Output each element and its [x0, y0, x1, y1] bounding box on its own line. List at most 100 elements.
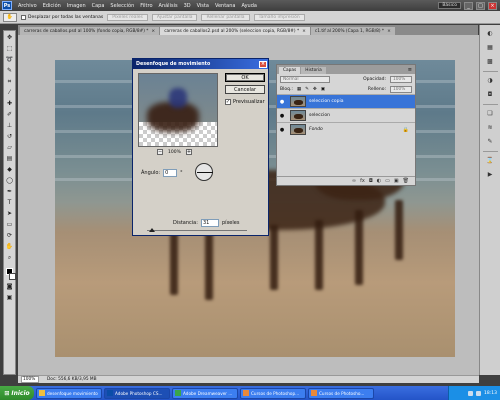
color-panel-icon[interactable]: ◐ — [484, 29, 497, 39]
healing-brush-tool-icon[interactable]: ✚ — [5, 99, 14, 108]
paths-panel-icon[interactable]: ✎ — [484, 137, 497, 147]
new-layer-icon[interactable]: ▣ — [394, 178, 399, 184]
menu-imagen[interactable]: Imagen — [64, 3, 89, 9]
actions-panel-icon[interactable]: ▶ — [484, 170, 497, 180]
close-button[interactable]: × — [488, 1, 497, 10]
volume-icon[interactable] — [476, 390, 482, 396]
lock-position-icon[interactable]: ✥ — [313, 87, 317, 92]
taskbar-item-browser-2[interactable]: Cursos de Photosho... — [308, 387, 374, 399]
eye-icon[interactable]: ● — [277, 99, 287, 105]
checkbox-box[interactable] — [21, 14, 26, 20]
actual-pixels-button[interactable]: Píxeles reales — [107, 13, 148, 21]
eyedropper-tool-icon[interactable]: ⁄ — [5, 88, 14, 97]
maximize-button[interactable]: □ — [476, 1, 485, 10]
tab-document-3[interactable]: c1.tif al 200% (Capa 1, RGB/8) * × — [310, 27, 395, 35]
adjustment-icon[interactable]: ◐ — [377, 178, 381, 184]
menu-archivo[interactable]: Archivo — [15, 3, 40, 9]
lock-pixels-icon[interactable]: ▦ — [297, 87, 301, 92]
distance-input[interactable]: 31 — [200, 219, 219, 227]
filter-preview[interactable] — [138, 73, 218, 147]
menu-ventana[interactable]: Ventana — [212, 3, 239, 9]
eye-icon[interactable]: ● — [277, 127, 287, 133]
cancel-button[interactable]: Cancelar — [225, 85, 265, 94]
fill-screen-button[interactable]: Rellenar pantalla — [201, 13, 250, 21]
marquee-tool-icon[interactable]: ⬚ — [5, 44, 14, 53]
document-size-info[interactable]: Doc: 556,6 KB/3,95 MB — [47, 377, 97, 382]
pen-tool-icon[interactable]: ✒ — [5, 187, 14, 196]
layer-row[interactable]: ● Fondo 🔒 — [277, 122, 415, 136]
zoom-level-field[interactable]: 100% — [21, 376, 39, 383]
angle-input[interactable]: 0 — [163, 169, 178, 177]
screen-mode-icon[interactable]: ▣ — [5, 293, 14, 302]
taskbar-item-dreamweaver[interactable]: Adobe Dreamweaver ... — [172, 387, 238, 399]
angle-dial[interactable] — [195, 163, 213, 181]
eraser-tool-icon[interactable]: ▱ — [5, 143, 14, 152]
lock-paint-icon[interactable]: ✎ — [305, 87, 309, 92]
fill-input[interactable]: 100% — [390, 85, 412, 93]
type-tool-icon[interactable]: T — [5, 198, 14, 207]
ok-button[interactable]: OK — [225, 73, 265, 82]
mask-icon[interactable]: ◘ — [369, 178, 373, 184]
quick-mask-icon[interactable]: ◙ — [5, 282, 14, 291]
blur-tool-icon[interactable]: ◆ — [5, 165, 14, 174]
fx-icon[interactable]: fx — [360, 178, 365, 184]
network-icon[interactable] — [468, 390, 474, 396]
menu-filtro[interactable]: Filtro — [137, 3, 155, 9]
menu-vista[interactable]: Vista — [194, 3, 212, 9]
gradient-tool-icon[interactable]: ▤ — [5, 154, 14, 163]
scroll-all-windows-checkbox[interactable]: Desplazar por todas las ventanas — [21, 14, 103, 20]
menu-seleccion[interactable]: Selección — [107, 3, 137, 9]
opacity-input[interactable]: 100% — [390, 75, 412, 83]
tab-document-1[interactable]: carreras de caballos.psd al 100% (fondo … — [20, 27, 160, 35]
swatches-panel-icon[interactable]: ▦ — [484, 43, 497, 53]
zoom-out-button[interactable]: − — [157, 149, 163, 155]
eye-icon[interactable]: ● — [277, 113, 287, 119]
link-icon[interactable]: ∞ — [352, 178, 356, 184]
history-panel-icon[interactable]: ⌛ — [484, 156, 497, 166]
background-color-swatch[interactable] — [8, 273, 16, 280]
menu-edicion[interactable]: Edición — [40, 3, 64, 9]
history-brush-tool-icon[interactable]: ↺ — [5, 132, 14, 141]
zoom-in-button[interactable]: + — [185, 149, 192, 155]
panel-menu-icon[interactable]: ≡ — [408, 67, 412, 73]
tab-capas[interactable]: Capas — [279, 67, 301, 74]
adjustments-panel-icon[interactable]: ◑ — [484, 76, 497, 86]
dodge-tool-icon[interactable]: ◯ — [5, 176, 14, 185]
clone-stamp-tool-icon[interactable]: ⊥ — [5, 121, 14, 130]
layers-panel-icon[interactable]: ❏ — [484, 109, 497, 119]
styles-panel-icon[interactable]: ▩ — [484, 57, 497, 67]
close-icon[interactable]: × — [151, 29, 155, 34]
clock[interactable]: 18:13 — [484, 391, 497, 396]
menu-analisis[interactable]: Análisis — [156, 3, 181, 9]
shape-tool-icon[interactable]: ▭ — [5, 220, 14, 229]
preview-checkbox[interactable]: ✓ Previsualizar — [225, 99, 265, 105]
taskbar-item-photoshop[interactable]: Adobe Photoshop CS... — [104, 387, 170, 399]
move-tool-icon[interactable]: ✥ — [5, 33, 14, 42]
lasso-tool-icon[interactable]: ➰ — [5, 55, 14, 64]
menu-capa[interactable]: Capa — [89, 3, 108, 9]
fit-screen-button[interactable]: Ajustar pantalla — [151, 13, 198, 21]
dialog-close-button[interactable]: × — [259, 60, 267, 68]
workspace-switcher[interactable]: Básico — [438, 2, 461, 9]
zoom-tool-icon[interactable]: ⌕ — [5, 253, 14, 262]
group-icon[interactable]: ▭ — [385, 178, 390, 184]
trash-icon[interactable]: 🗑 — [403, 178, 409, 184]
crop-tool-icon[interactable]: ⌗ — [5, 77, 14, 86]
path-select-tool-icon[interactable]: ➤ — [5, 209, 14, 218]
print-size-button[interactable]: Tamaño impresión — [253, 13, 305, 21]
channels-panel-icon[interactable]: ≋ — [484, 123, 497, 133]
checkbox-box[interactable]: ✓ — [225, 99, 231, 105]
close-icon[interactable]: × — [387, 29, 391, 34]
close-icon[interactable]: × — [302, 29, 306, 34]
hand-icon[interactable]: ✋ — [3, 12, 17, 22]
minimize-button[interactable]: _ — [464, 1, 473, 10]
tab-historia[interactable]: Historia — [301, 67, 326, 74]
taskbar-item-folder[interactable]: desenfoque movimiento — [36, 387, 102, 399]
quick-select-tool-icon[interactable]: ✎ — [5, 66, 14, 75]
blend-mode-select[interactable]: Normal — [280, 75, 330, 83]
hand-tool-icon[interactable]: ✋ — [5, 242, 14, 251]
menu-ayuda[interactable]: Ayuda — [238, 3, 259, 9]
3d-rotate-tool-icon[interactable]: ⟳ — [5, 231, 14, 240]
distance-slider-track[interactable] — [147, 230, 247, 231]
dialog-titlebar[interactable]: Desenfoque de movimiento × — [133, 59, 268, 69]
